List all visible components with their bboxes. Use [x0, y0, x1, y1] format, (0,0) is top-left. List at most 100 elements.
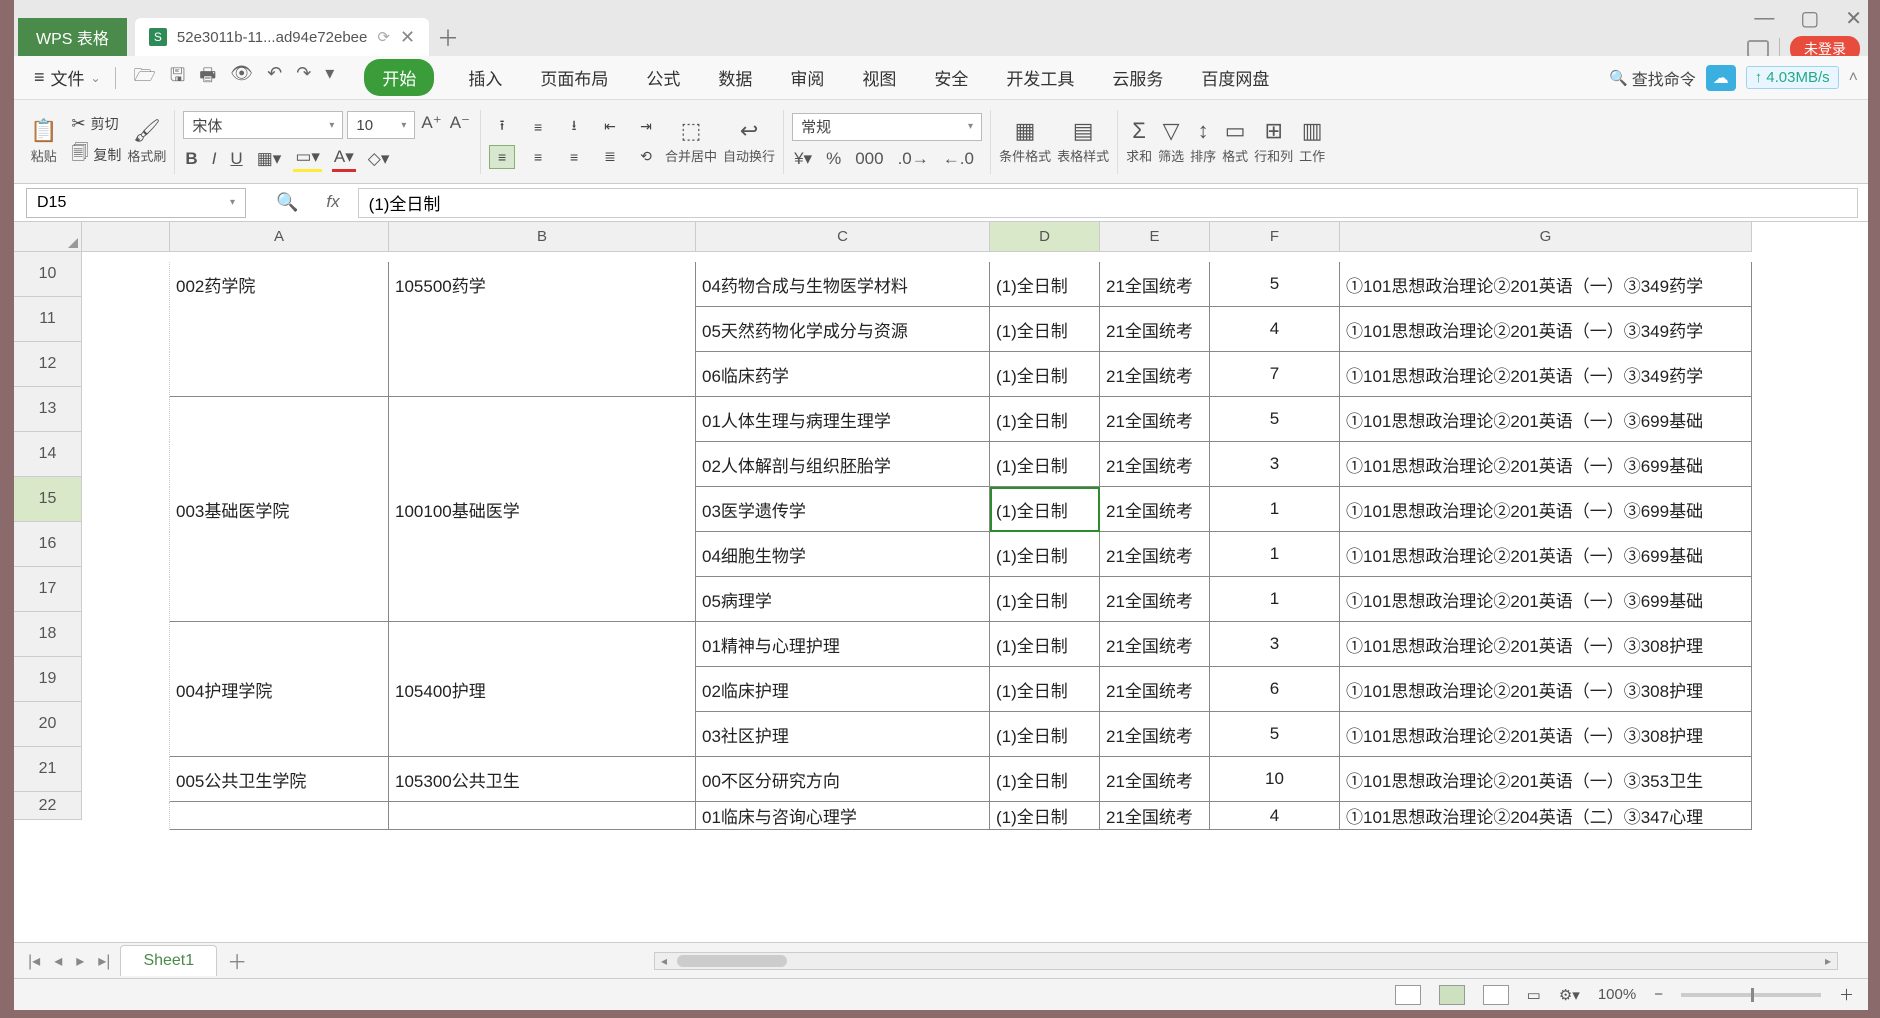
cell[interactable]: ①101思想政治理论②201英语（一）③699基础: [1340, 487, 1752, 532]
cell[interactable]: 21全国统考: [1100, 397, 1210, 442]
align-middle-icon[interactable]: ≡: [525, 115, 551, 139]
italic-button[interactable]: I: [210, 147, 219, 171]
cell[interactable]: 21全国统考: [1100, 442, 1210, 487]
cell[interactable]: 21全国统考: [1100, 622, 1210, 667]
increase-font-icon[interactable]: A⁺: [419, 111, 443, 139]
close-tab-icon[interactable]: ✕: [400, 27, 415, 48]
cell[interactable]: ①101思想政治理论②204英语（二）③347心理: [1340, 802, 1752, 830]
cell[interactable]: 1: [1210, 532, 1340, 577]
cell[interactable]: (1)全日制: [990, 442, 1100, 487]
cell[interactable]: ①101思想政治理论②201英语（一）③353卫生: [1340, 757, 1752, 802]
bold-button[interactable]: B: [183, 147, 199, 171]
tab-data[interactable]: 数据: [714, 59, 756, 96]
view-normal-icon[interactable]: [1395, 985, 1421, 1005]
increase-decimal-icon[interactable]: .0→: [896, 147, 931, 171]
orientation-icon[interactable]: ⟲: [633, 145, 659, 169]
cell[interactable]: 05病理学: [696, 577, 990, 622]
cell[interactable]: [170, 532, 389, 577]
cell[interactable]: 105400护理: [389, 667, 696, 712]
cell[interactable]: 100100基础医学: [389, 487, 696, 532]
row-header[interactable]: 15: [14, 477, 82, 522]
cell[interactable]: 00不区分研究方向: [696, 757, 990, 802]
cell[interactable]: 21全国统考: [1100, 757, 1210, 802]
cell[interactable]: 005公共卫生学院: [170, 757, 389, 802]
cell[interactable]: 002药学院: [170, 262, 389, 307]
cell[interactable]: 01精神与心理护理: [696, 622, 990, 667]
percent-icon[interactable]: %: [824, 147, 843, 171]
scroll-right-icon[interactable]: ▸: [1819, 954, 1837, 968]
fill-color-button[interactable]: ▭▾: [293, 145, 322, 172]
cell[interactable]: 003基础医学院: [170, 487, 389, 532]
row-header[interactable]: 16: [14, 522, 82, 567]
cell[interactable]: 6: [1210, 667, 1340, 712]
cell[interactable]: [389, 352, 696, 397]
cell[interactable]: 5: [1210, 262, 1340, 307]
cell[interactable]: [82, 712, 170, 757]
search-command[interactable]: 查找命令: [1609, 66, 1696, 90]
currency-icon[interactable]: ¥▾: [792, 147, 814, 171]
row-header[interactable]: 13: [14, 387, 82, 432]
row-header[interactable]: 17: [14, 567, 82, 612]
cell[interactable]: (1)全日制: [990, 802, 1100, 830]
cell[interactable]: 02临床护理: [696, 667, 990, 712]
cell[interactable]: 21全国统考: [1100, 712, 1210, 757]
cell[interactable]: [389, 397, 696, 442]
cell[interactable]: [170, 352, 389, 397]
cell[interactable]: 105500药学: [389, 262, 696, 307]
distribute-icon[interactable]: ≣: [597, 145, 623, 169]
zoom-plus-icon[interactable]: ＋: [1839, 984, 1854, 1005]
reading-mode-icon[interactable]: ▭: [1527, 986, 1541, 1004]
collapse-ribbon-icon[interactable]: ˄: [1849, 69, 1858, 87]
cell[interactable]: [389, 307, 696, 352]
col-header-E[interactable]: E: [1100, 222, 1210, 251]
cell[interactable]: ①101思想政治理论②201英语（一）③699基础: [1340, 397, 1752, 442]
cell[interactable]: 4: [1210, 307, 1340, 352]
more-qa-icon[interactable]: ▾: [325, 63, 334, 93]
row-header[interactable]: 10: [14, 252, 82, 297]
scroll-left-icon[interactable]: ◂: [655, 954, 673, 968]
cell[interactable]: (1)全日制: [990, 667, 1100, 712]
zoom-out-icon[interactable]: ⚙▾: [1559, 986, 1580, 1004]
cell[interactable]: 21全国统考: [1100, 307, 1210, 352]
name-box[interactable]: D15: [26, 188, 246, 218]
table-style-button[interactable]: ▤表格样式: [1057, 118, 1109, 165]
cell[interactable]: [82, 307, 170, 352]
border-button[interactable]: ▦▾: [255, 147, 284, 171]
col-header-A[interactable]: A: [170, 222, 389, 251]
row-header[interactable]: 20: [14, 702, 82, 747]
cell[interactable]: 21全国统考: [1100, 667, 1210, 712]
cell[interactable]: ①101思想政治理论②201英语（一）③308护理: [1340, 712, 1752, 757]
open-icon[interactable]: 🗁: [134, 63, 156, 93]
cut-button[interactable]: ✂剪切: [71, 114, 121, 134]
tab-page-layout[interactable]: 页面布局: [536, 59, 612, 96]
font-size-select[interactable]: 10: [347, 111, 415, 139]
sheet-tab[interactable]: Sheet1: [120, 945, 217, 976]
cell[interactable]: 21全国统考: [1100, 802, 1210, 830]
fx-icon[interactable]: fx: [326, 192, 339, 213]
cell[interactable]: [170, 307, 389, 352]
clear-format-button[interactable]: ◇▾: [366, 147, 392, 171]
comma-icon[interactable]: 000: [853, 147, 885, 171]
cell-grid[interactable]: 002药学院105500药学04药物合成与生物医学材料(1)全日制21全国统考5…: [82, 252, 1752, 942]
cell[interactable]: 1: [1210, 487, 1340, 532]
conditional-format-button[interactable]: ▦条件格式: [999, 118, 1051, 165]
print-preview-icon[interactable]: 👁: [230, 63, 253, 93]
minimize-icon[interactable]: —: [1754, 7, 1774, 30]
col-header-F[interactable]: F: [1210, 222, 1340, 251]
format-painter-button[interactable]: 🖌格式刷: [127, 118, 166, 165]
sheet-last-icon[interactable]: ▸|: [98, 951, 110, 971]
cell[interactable]: ①101思想政治理论②201英语（一）③699基础: [1340, 577, 1752, 622]
cell[interactable]: (1)全日制: [990, 487, 1100, 532]
view-break-icon[interactable]: [1483, 985, 1509, 1005]
sum-button[interactable]: Σ求和: [1126, 118, 1152, 165]
cancel-fx-icon[interactable]: 🔍: [276, 192, 298, 213]
cell[interactable]: 21全国统考: [1100, 487, 1210, 532]
row-header[interactable]: 19: [14, 657, 82, 702]
row-header[interactable]: 21: [14, 747, 82, 792]
tab-baidu[interactable]: 百度网盘: [1197, 59, 1273, 96]
cell[interactable]: ①101思想政治理论②201英语（一）③699基础: [1340, 532, 1752, 577]
underline-button[interactable]: U: [228, 147, 244, 171]
align-top-icon[interactable]: ⭱: [489, 115, 515, 139]
cell[interactable]: [389, 802, 696, 830]
formula-input[interactable]: (1)全日制: [358, 188, 1858, 218]
